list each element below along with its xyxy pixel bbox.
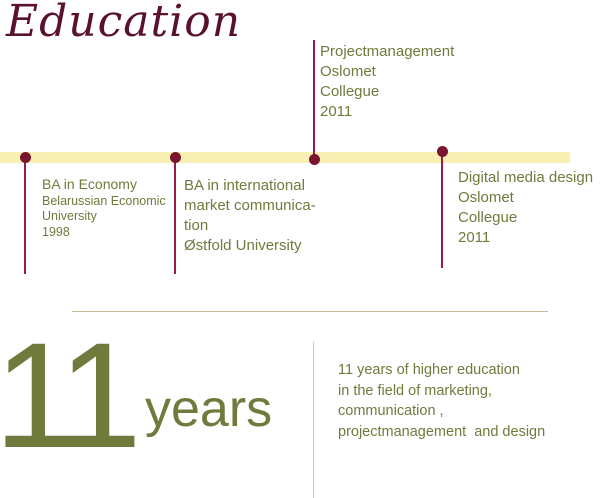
entry-1-line-1: BA in Economy [42,176,137,192]
timeline-marker-4 [437,146,448,157]
entry-3-line-4: 2011 [320,102,353,120]
entry-2-line-3: tion [184,216,209,234]
timeline-bar [0,152,570,163]
years-number: 11 [0,311,142,479]
entry-4-line-2: Oslomet [458,188,514,206]
entry-3-line-2: Oslomet [320,62,376,80]
summary-line-4: projectmanagement and design [338,423,546,440]
entry-2-line-1: BA in international [184,177,305,194]
years-label: years [145,380,273,438]
summary-text: 11 years of higher education in the fiel… [338,360,545,442]
entry-1-line-4: 1998 [42,224,70,239]
entry-2-line-4: Østfold University [184,236,302,254]
section-divider [72,311,548,312]
timeline-entry-1: BA in Economy Belarussian Economic Unive… [42,176,166,240]
entry-3-line-1: Projectmanagement [320,43,455,60]
entry-3-line-3: Collegue [320,82,380,100]
timeline-entry-3: Projectmanagement Oslomet Collegue 2011 [320,42,454,122]
entry-4-line-1: Digital media design [458,169,594,186]
entry-2-line-2: market communica- [184,196,316,214]
timeline-stem-1 [24,158,26,274]
timeline-entry-4: Digital media design Oslomet Collegue 20… [458,168,593,248]
entry-4-line-3: Collegue [458,208,518,226]
timeline-stem-2 [174,158,176,274]
entry-1-line-2: Belarussian Economic [42,193,166,208]
timeline-marker-1 [20,152,31,163]
summary-line-1: 11 years of higher education [338,362,520,378]
timeline-marker-3 [309,154,320,165]
summary-line-3: communication , [338,403,444,420]
timeline-marker-2 [170,152,181,163]
timeline-stem-4 [441,152,443,268]
entry-1-line-3: University [42,209,97,224]
vertical-divider [313,342,314,498]
summary-line-2: in the field of marketing, [338,382,492,399]
timeline-entry-2: BA in international market communica- ti… [184,176,316,256]
entry-4-line-4: 2011 [458,228,491,246]
page-title: Education [6,0,242,47]
timeline-stem-3 [313,40,315,160]
